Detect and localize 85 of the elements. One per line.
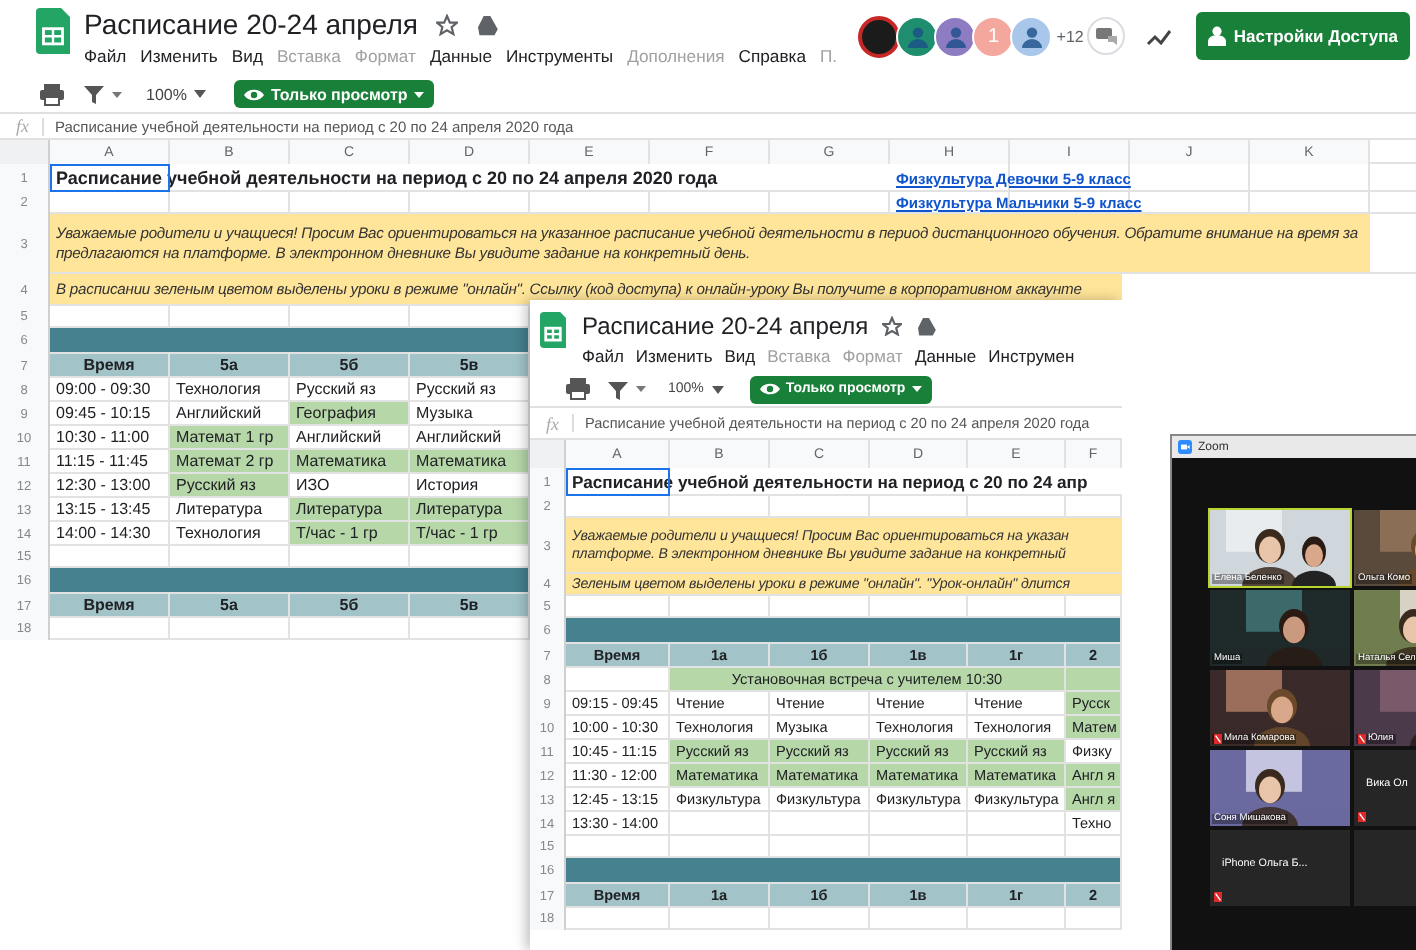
document-title: Расписание 20-24 апреля (582, 312, 869, 340)
function-label: fx (546, 413, 559, 433)
table-cell-text: ИЗО (294, 474, 332, 496)
caret-icon (112, 91, 122, 97)
menu-item[interactable]: Инструмен (988, 346, 1075, 366)
table-cell-text: 13:15 - 13:45 (54, 498, 153, 520)
comments-icon[interactable] (1085, 16, 1126, 56)
trend-icon[interactable] (1145, 27, 1172, 45)
table-cell-text: Английский (174, 402, 264, 424)
column-header: 5а (170, 594, 288, 616)
table-cell-text: Русский яз (294, 378, 378, 400)
menu-item[interactable]: Данные (429, 46, 492, 66)
muted-mic-icon (1358, 734, 1366, 744)
video-camera-icon (1178, 440, 1192, 454)
muted-mic-icon (1214, 734, 1222, 744)
table-cell-text: 10:30 - 11:00 (54, 426, 152, 448)
table-cell: Математ 1 гр (170, 426, 288, 448)
caret-icon (194, 90, 207, 98)
share-button[interactable]: Настройки Доступа (1195, 12, 1410, 60)
table-cell-text: 09:00 - 09:30 (54, 378, 153, 400)
sheets-logo-icon[interactable] (540, 312, 566, 348)
print-icon[interactable] (566, 378, 590, 400)
menu-item[interactable]: Инструменты (506, 46, 614, 66)
table-cell: Математика (410, 450, 528, 472)
table-cell-text: 12:30 - 13:00 (54, 474, 153, 496)
caret-icon (711, 385, 724, 393)
document-title: Расписание 20-24 апреля (84, 8, 418, 40)
table-cell: Т/час - 1 гр (410, 522, 528, 544)
table-cell-text: 14:00 - 14:30 (54, 522, 153, 544)
table-cell-text: Музыка (414, 402, 475, 424)
person-icon (1019, 24, 1044, 48)
column-header: 5б (290, 354, 408, 376)
table-cell-text: Литература (174, 498, 265, 520)
view-mode-button[interactable]: Только просмотр (234, 80, 434, 108)
menu-item[interactable]: Вид (231, 46, 263, 66)
table-cell-text: Технология (174, 522, 263, 544)
table-cell-text: 09:45 - 10:15 (54, 402, 153, 424)
column-header: Время (50, 594, 168, 616)
filter-icon (608, 379, 628, 399)
column-header: 5а (170, 354, 288, 376)
table-cell-text: История (414, 474, 481, 496)
avatar-count[interactable]: +12 (1056, 27, 1084, 45)
table-cell: География (290, 402, 408, 424)
person-icon (1207, 26, 1226, 46)
muted-mic-icon (1358, 812, 1366, 822)
menu-item[interactable]: Справка (738, 46, 806, 66)
table-cell-text: Английский (414, 426, 504, 448)
caret-icon (413, 91, 424, 97)
filter-button[interactable] (604, 379, 650, 399)
table-cell-text: 11:15 - 11:45 (54, 450, 150, 472)
table-cell-text: Английский (294, 426, 384, 448)
zoom-dropdown[interactable]: 100% (142, 85, 211, 103)
menu-item[interactable]: Файл (582, 346, 624, 366)
column-header: 5в (410, 354, 528, 376)
eye-icon (759, 382, 780, 396)
function-label: fx (16, 116, 29, 136)
filter-icon (84, 84, 104, 104)
user-avatar[interactable] (858, 15, 901, 57)
table-cell-text: Русский яз (414, 378, 498, 400)
caret-icon (636, 386, 646, 392)
menu-item[interactable]: Изменить (635, 346, 713, 366)
table-cell: Математика (290, 450, 408, 472)
person-icon (905, 24, 930, 48)
menu-item[interactable]: Вид (724, 346, 756, 366)
menu-item[interactable]: Файл (84, 46, 127, 66)
table-cell: Математ 2 гр (170, 450, 288, 472)
column-header: 5в (410, 594, 528, 616)
table-cell-text: Технология (174, 378, 263, 400)
table-cell: Литература (290, 498, 408, 520)
muted-mic-icon (1214, 892, 1222, 902)
person-icon (943, 24, 968, 48)
caret-icon (911, 386, 922, 392)
table-cell: Русский яз (170, 474, 288, 496)
print-icon[interactable] (40, 83, 64, 105)
table-cell: Литература (410, 498, 528, 520)
column-header: Время (50, 354, 168, 376)
star-icon[interactable] (436, 13, 458, 35)
eye-icon (244, 87, 265, 101)
table-cell: Т/час - 1 гр (290, 522, 408, 544)
filter-button[interactable] (80, 84, 126, 104)
menu-item[interactable]: Изменить (140, 46, 218, 66)
column-header: 5б (290, 594, 408, 616)
menu-item[interactable]: Данные (914, 346, 977, 366)
sheets-logo-icon[interactable] (36, 8, 70, 54)
star-icon[interactable] (882, 316, 903, 336)
